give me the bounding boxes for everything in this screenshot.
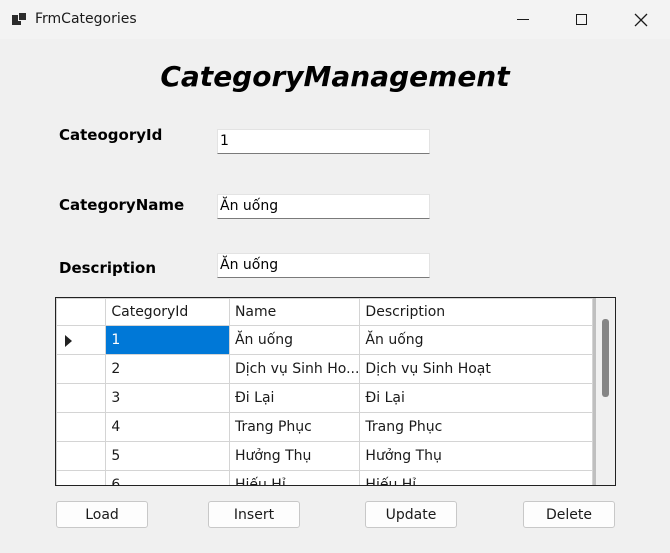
categories-table: CategoryId Name Description 1 Ăn uống Ăn… bbox=[56, 298, 593, 485]
close-button[interactable] bbox=[612, 0, 670, 39]
row-header[interactable] bbox=[56, 383, 107, 413]
category-id-field[interactable]: 1 bbox=[217, 129, 430, 154]
column-header-name[interactable]: Name bbox=[228, 298, 361, 326]
column-header-categoryid[interactable]: CategoryId bbox=[105, 298, 230, 326]
cell-name[interactable]: Hiếu Hỉ bbox=[228, 470, 361, 485]
row-header[interactable] bbox=[56, 412, 107, 442]
cell-description[interactable]: Hưởng Thụ bbox=[359, 441, 593, 471]
cell-name[interactable]: Ăn uống bbox=[228, 325, 361, 355]
current-row-icon bbox=[65, 335, 72, 347]
cell-categoryid[interactable]: 1 bbox=[105, 325, 230, 355]
vertical-scrollbar[interactable] bbox=[593, 298, 615, 485]
cell-description[interactable]: Đi Lại bbox=[359, 383, 593, 413]
cell-categoryid[interactable]: 2 bbox=[105, 354, 230, 384]
minimize-button[interactable] bbox=[494, 0, 552, 39]
cell-categoryid[interactable]: 3 bbox=[105, 383, 230, 413]
cell-description[interactable]: Ăn uống bbox=[359, 325, 593, 355]
cell-description[interactable]: Trang Phục bbox=[359, 412, 593, 442]
window-title: FrmCategories bbox=[35, 11, 137, 27]
description-label: Description bbox=[59, 259, 157, 277]
scrollbar-thumb[interactable] bbox=[602, 319, 609, 397]
categories-grid[interactable]: CategoryId Name Description 1 Ăn uống Ăn… bbox=[55, 297, 616, 486]
cell-categoryid[interactable]: 4 bbox=[105, 412, 230, 442]
table-row[interactable]: 4 Trang Phục Trang Phục bbox=[56, 412, 593, 442]
page-title: CategoryManagement bbox=[160, 60, 510, 93]
description-field[interactable]: Ăn uống bbox=[217, 253, 430, 278]
app-icon bbox=[12, 12, 28, 26]
cell-name[interactable]: Hưởng Thụ bbox=[228, 441, 361, 471]
column-header-description[interactable]: Description bbox=[359, 298, 593, 326]
close-icon bbox=[634, 13, 648, 26]
cell-name[interactable]: Trang Phục bbox=[228, 412, 361, 442]
cell-categoryid[interactable]: 5 bbox=[105, 441, 230, 471]
row-header[interactable] bbox=[56, 354, 107, 384]
delete-button[interactable]: Delete bbox=[523, 501, 615, 528]
title-bar[interactable]: FrmCategories bbox=[0, 0, 670, 39]
maximize-button[interactable] bbox=[552, 0, 610, 39]
table-row[interactable]: 3 Đi Lại Đi Lại bbox=[56, 383, 593, 413]
category-name-field[interactable]: Ăn uống bbox=[217, 194, 430, 219]
update-button[interactable]: Update bbox=[365, 501, 457, 528]
table-row[interactable]: 1 Ăn uống Ăn uống bbox=[56, 325, 593, 355]
cell-name[interactable]: Dịch vụ Sinh Ho... bbox=[228, 354, 361, 384]
cell-description[interactable]: Dịch vụ Sinh Hoạt bbox=[359, 354, 593, 384]
insert-button[interactable]: Insert bbox=[208, 501, 300, 528]
row-header-corner[interactable] bbox=[56, 298, 107, 326]
maximize-icon bbox=[575, 14, 587, 25]
load-button[interactable]: Load bbox=[56, 501, 148, 528]
row-header[interactable] bbox=[56, 470, 107, 485]
category-name-label: CategoryName bbox=[59, 196, 185, 214]
row-header[interactable] bbox=[56, 441, 107, 471]
category-id-label: CateogoryId bbox=[59, 126, 163, 144]
minimize-icon bbox=[517, 19, 529, 20]
cell-categoryid[interactable]: 6 bbox=[105, 470, 230, 485]
cell-name[interactable]: Đi Lại bbox=[228, 383, 361, 413]
table-row[interactable]: 6 Hiếu Hỉ Hiếu Hỉ bbox=[56, 470, 593, 485]
header-row: CategoryId Name Description bbox=[56, 298, 593, 326]
cell-description[interactable]: Hiếu Hỉ bbox=[359, 470, 593, 485]
table-row[interactable]: 5 Hưởng Thụ Hưởng Thụ bbox=[56, 441, 593, 471]
table-row[interactable]: 2 Dịch vụ Sinh Ho... Dịch vụ Sinh Hoạt bbox=[56, 354, 593, 384]
row-header[interactable] bbox=[56, 325, 107, 355]
